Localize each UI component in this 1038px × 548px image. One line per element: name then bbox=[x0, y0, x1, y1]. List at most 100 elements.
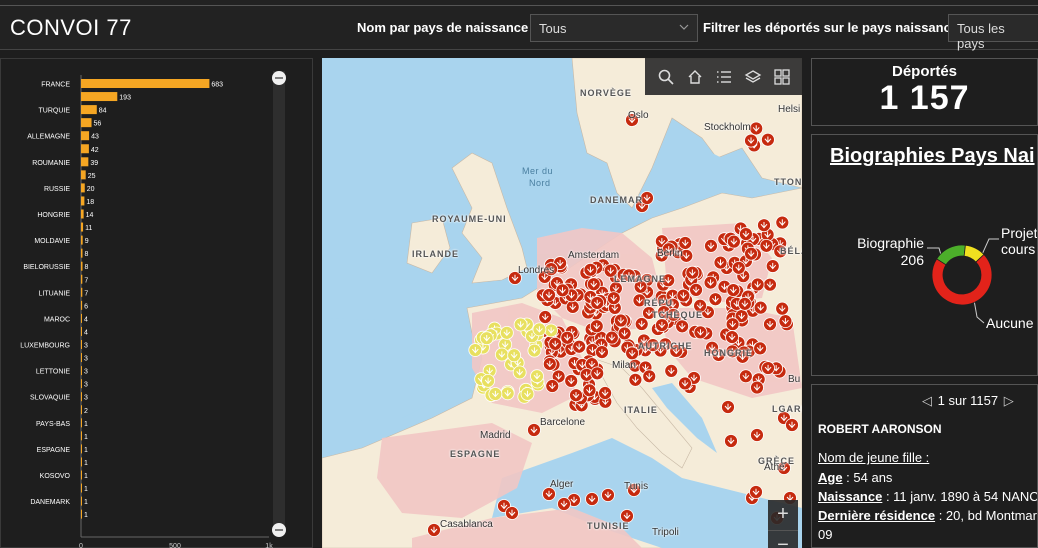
bar[interactable] bbox=[81, 261, 83, 271]
deportee-marker[interactable] bbox=[634, 317, 649, 331]
deportee-marker[interactable] bbox=[725, 317, 740, 332]
deportee-marker[interactable] bbox=[586, 277, 601, 292]
bar[interactable] bbox=[81, 405, 82, 415]
deportee-marker[interactable] bbox=[757, 218, 771, 233]
deportee-marker[interactable] bbox=[749, 121, 764, 136]
deportee-marker[interactable] bbox=[739, 227, 753, 242]
bar[interactable] bbox=[81, 222, 84, 232]
deportee-marker[interactable] bbox=[785, 418, 799, 432]
deportee-marker[interactable] bbox=[750, 380, 764, 395]
deportee-marker[interactable] bbox=[542, 357, 557, 371]
bar[interactable] bbox=[81, 431, 82, 441]
deportee-marker[interactable] bbox=[606, 291, 621, 306]
deportee-marker[interactable] bbox=[726, 234, 741, 249]
previous-record-icon[interactable]: ◁ bbox=[920, 393, 934, 409]
bar[interactable] bbox=[81, 196, 85, 206]
deportee-marker[interactable] bbox=[499, 325, 514, 340]
bar[interactable] bbox=[81, 509, 82, 519]
deportee-marker[interactable] bbox=[479, 331, 494, 346]
deportee-marker[interactable] bbox=[655, 318, 669, 332]
deportee-marker[interactable] bbox=[693, 325, 708, 340]
deportee-marker[interactable] bbox=[704, 238, 718, 253]
bar[interactable] bbox=[81, 392, 82, 402]
deportee-marker[interactable] bbox=[753, 341, 768, 356]
deportee-marker[interactable] bbox=[763, 277, 777, 292]
deportee-marker[interactable] bbox=[721, 400, 735, 414]
deportee-marker[interactable] bbox=[583, 262, 598, 277]
deportee-marker[interactable] bbox=[759, 238, 774, 253]
deportee-marker[interactable] bbox=[628, 372, 643, 387]
deportee-marker[interactable] bbox=[778, 314, 793, 329]
bar[interactable] bbox=[81, 183, 85, 193]
deportee-marker[interactable] bbox=[678, 376, 692, 391]
search-icon[interactable] bbox=[657, 68, 675, 86]
bar[interactable] bbox=[81, 300, 83, 310]
deportee-marker[interactable] bbox=[544, 323, 559, 338]
deportee-marker[interactable] bbox=[542, 288, 556, 302]
deportee-marker[interactable] bbox=[604, 330, 619, 345]
zoom-out-button[interactable]: − bbox=[768, 530, 798, 548]
bar[interactable] bbox=[81, 418, 82, 428]
deportee-marker[interactable] bbox=[590, 296, 605, 310]
deportee-marker[interactable] bbox=[530, 369, 544, 384]
deportee-marker[interactable] bbox=[724, 434, 738, 448]
bar[interactable] bbox=[81, 470, 82, 480]
deportee-marker[interactable] bbox=[548, 337, 563, 351]
deportee-marker[interactable] bbox=[488, 387, 503, 401]
deportee-marker[interactable] bbox=[775, 215, 790, 230]
deportee-marker[interactable] bbox=[595, 345, 609, 359]
deportee-marker[interactable] bbox=[725, 330, 739, 344]
deportee-marker[interactable] bbox=[585, 492, 599, 506]
deportee-marker[interactable] bbox=[731, 260, 746, 275]
legend-list-icon[interactable] bbox=[715, 68, 733, 86]
deportee-marker[interactable] bbox=[545, 379, 560, 393]
bar[interactable] bbox=[81, 131, 90, 141]
bar[interactable] bbox=[81, 379, 82, 389]
deportee-marker[interactable] bbox=[642, 369, 657, 384]
deportee-marker[interactable] bbox=[713, 255, 728, 270]
donut-slices[interactable] bbox=[931, 244, 993, 306]
deportee-marker[interactable] bbox=[532, 322, 547, 337]
deportee-marker[interactable] bbox=[617, 326, 632, 341]
bar[interactable] bbox=[81, 144, 89, 154]
birth-country-name-select[interactable]: Tous bbox=[530, 14, 698, 42]
deportee-marker[interactable] bbox=[676, 288, 691, 303]
next-record-icon[interactable]: ▷ bbox=[1002, 393, 1016, 409]
deportee-marker[interactable] bbox=[775, 301, 790, 316]
bar[interactable] bbox=[81, 353, 82, 363]
deportee-marker[interactable] bbox=[737, 296, 752, 311]
bar[interactable] bbox=[81, 105, 97, 115]
deportee-marker[interactable] bbox=[761, 361, 775, 375]
bar[interactable] bbox=[81, 340, 82, 349]
bar[interactable] bbox=[81, 444, 82, 454]
bar[interactable] bbox=[81, 118, 92, 128]
deportee-marker[interactable] bbox=[753, 300, 768, 315]
deportee-marker[interactable] bbox=[427, 523, 441, 537]
deportee-marker[interactable] bbox=[564, 374, 579, 388]
deportee-marker[interactable] bbox=[689, 282, 703, 297]
deportee-marker[interactable] bbox=[557, 497, 571, 511]
deportee-marker[interactable] bbox=[675, 319, 690, 334]
deportee-marker[interactable] bbox=[527, 423, 541, 437]
chart-scroll-track[interactable] bbox=[273, 71, 285, 531]
bar[interactable] bbox=[81, 170, 86, 180]
deportee-marker[interactable] bbox=[494, 347, 509, 362]
home-icon[interactable] bbox=[686, 68, 704, 86]
bar[interactable] bbox=[81, 366, 82, 376]
deportee-marker[interactable] bbox=[685, 265, 700, 280]
bar[interactable] bbox=[81, 235, 83, 245]
deportee-marker[interactable] bbox=[560, 330, 575, 345]
bar[interactable] bbox=[81, 496, 82, 506]
deportee-marker[interactable] bbox=[598, 386, 613, 400]
deportee-marker[interactable] bbox=[750, 277, 765, 292]
deportee-marker[interactable] bbox=[565, 300, 580, 314]
deportee-marker[interactable] bbox=[744, 133, 758, 148]
bar[interactable] bbox=[81, 248, 83, 258]
bar[interactable] bbox=[81, 483, 82, 493]
deportee-marker[interactable] bbox=[500, 386, 515, 401]
deportee-marker[interactable] bbox=[664, 363, 679, 378]
deportee-marker[interactable] bbox=[726, 283, 741, 297]
deportee-marker[interactable] bbox=[507, 348, 522, 363]
deportee-marker[interactable] bbox=[481, 373, 496, 388]
deportee-marker[interactable] bbox=[760, 132, 775, 147]
